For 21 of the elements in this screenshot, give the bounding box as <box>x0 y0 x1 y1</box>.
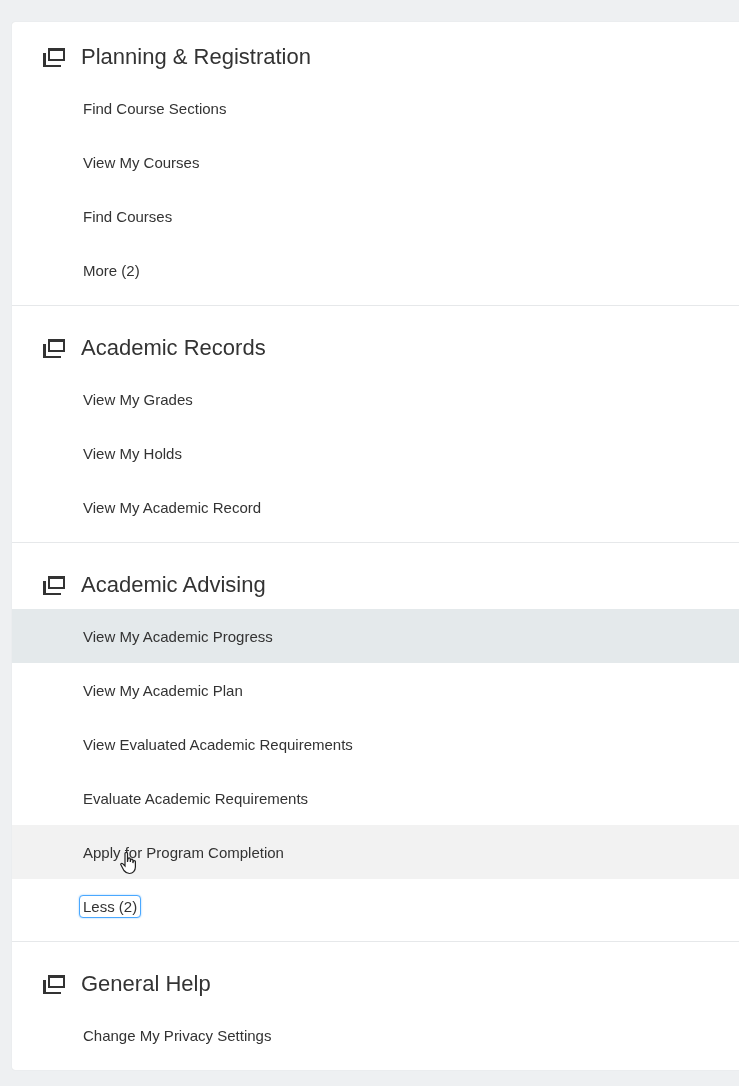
menu-link[interactable]: Find Courses <box>83 207 173 225</box>
windows-icon <box>41 574 67 596</box>
section-title: General Help <box>81 971 211 997</box>
menu-link[interactable]: Change My Privacy Settings <box>83 1026 272 1044</box>
menu-link[interactable]: View My Academic Progress <box>83 627 273 645</box>
menu-link[interactable]: View My Academic Record <box>83 498 262 516</box>
menu-link[interactable]: View Evaluated Academic Requirements <box>83 735 353 753</box>
section-title: Academic Records <box>81 335 266 361</box>
menu-link[interactable]: View My Academic Plan <box>83 681 243 699</box>
section-title: Academic Advising <box>81 572 266 598</box>
menu-row[interactable]: View My Academic Progress <box>12 609 739 663</box>
windows-icon <box>41 973 67 995</box>
menu-link[interactable]: View My Grades <box>83 390 193 408</box>
windows-icon <box>41 46 67 68</box>
toggle-button[interactable]: Less (2) <box>79 894 142 918</box>
menu-link[interactable]: View My Courses <box>83 153 200 171</box>
menu-link[interactable]: Evaluate Academic Requirements <box>83 789 309 807</box>
windows-icon <box>41 337 67 359</box>
section-title: Planning & Registration <box>81 44 311 70</box>
menu-link[interactable]: View My Holds <box>83 444 182 462</box>
menu-link[interactable]: Find Course Sections <box>83 99 227 117</box>
